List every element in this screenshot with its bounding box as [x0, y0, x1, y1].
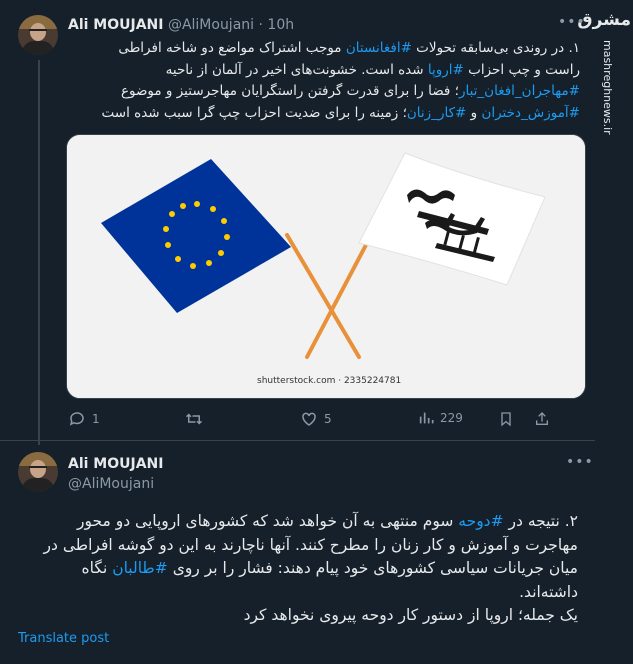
hashtag-link[interactable]: #آموزش_دختران — [481, 105, 580, 121]
views-button[interactable]: 229 — [418, 410, 463, 426]
tweet-line: ۱. در روندی بی‌سابقه تحولات #افغانستان م… — [68, 38, 580, 60]
text-run: سوم منتهی به آن خواهد شد که کشورهای اروپ… — [76, 512, 459, 530]
text-run: ؛ فضا را برای قدرت گرفتن راستگرایان مهاج… — [120, 83, 459, 99]
hashtag-link[interactable]: #دوحه — [458, 512, 503, 530]
more-horizontal-icon[interactable]: ••• — [558, 14, 586, 30]
tweet-actions: 1 5 229 — [68, 410, 580, 430]
mashregh-url: mashreghnews.ir — [601, 40, 614, 135]
text-run: مهاجرت و آموزش و کار زنان را مطرح کنند. … — [43, 535, 578, 554]
tweet-line: مهاجرت و آموزش و کار زنان را مطرح کنند. … — [18, 534, 578, 558]
bookmark-button[interactable] — [498, 410, 514, 428]
text-run: راست و چپ احزاب — [463, 61, 580, 78]
text-run: موجب اشتراک مواضع دو شاخه افراطی — [118, 40, 346, 56]
tweet-2[interactable]: Ali MOUJANI @AliMoujani ••• ۲. نتیجه در … — [0, 440, 595, 664]
image-credit: shutterstock.com · 2335224781 — [257, 376, 402, 386]
tweet-text: ۲. نتیجه در #دوحه سوم منتهی به آن خواهد … — [18, 510, 578, 628]
text-run: یک جمله؛ اروپا از دستور کار دوحه پیروی ن… — [243, 606, 578, 624]
retweet-icon — [185, 413, 203, 425]
mashregh-logo: مشرق — [577, 10, 631, 30]
tweet-line: یک جمله؛ اروپا از دستور کار دوحه پیروی ن… — [18, 604, 578, 628]
text-run: ؛ زمینه را برای ضدیت احزاب چپ گرا سبب شد… — [101, 104, 407, 121]
tweet-line: میان جریانات سیاسی کشورهای خود پیام دهند… — [18, 557, 578, 581]
tweet-header: Ali MOUJANI @AliMoujani · 10h — [68, 17, 294, 33]
tweet-line: #مهاجران_افغان_تبار؛ فضا را برای قدرت گر… — [68, 81, 580, 103]
view-count: 229 — [440, 411, 463, 425]
tweet-line: #آموزش_دختران و #کار_زنان؛ زمینه را برای… — [68, 103, 580, 125]
share-icon — [536, 412, 548, 425]
text-run: نگاه — [81, 559, 113, 577]
text-run: و — [466, 104, 482, 121]
reply-icon — [69, 412, 84, 426]
retweet-button[interactable] — [184, 410, 204, 428]
author-name[interactable]: Ali MOUJANI — [68, 17, 163, 33]
share-button[interactable] — [534, 410, 550, 428]
text-run: ۲. نتیجه در — [503, 512, 579, 530]
tweet-line: راست و چپ احزاب #اروپا شده است. خشونت‌ها… — [68, 60, 580, 82]
tweet-line: ۲. نتیجه در #دوحه سوم منتهی به آن خواهد … — [18, 510, 578, 534]
avatar[interactable] — [18, 452, 58, 492]
tweet-text: ۱. در روندی بی‌سابقه تحولات #افغانستان م… — [68, 38, 580, 124]
reply-button[interactable]: 1 — [68, 410, 100, 428]
analytics-icon — [419, 412, 434, 424]
like-button[interactable]: 5 — [300, 410, 332, 428]
flags-illustration — [67, 135, 585, 398]
tweet-media-image[interactable]: shutterstock.com · 2335224781 — [66, 134, 586, 399]
tweet-1[interactable]: Ali MOUJANI @AliMoujani · 10h ••• ۱. در … — [0, 0, 595, 445]
more-horizontal-icon[interactable]: ••• — [566, 454, 594, 470]
hashtag-link[interactable]: #طالبان — [112, 559, 168, 577]
heart-icon — [302, 412, 316, 426]
hashtag-link[interactable]: #کار_زنان — [407, 105, 466, 121]
hashtag-link[interactable]: #مهاجران_افغان_تبار — [459, 83, 580, 99]
author-handle[interactable]: @AliMoujani — [68, 476, 154, 492]
reply-count: 1 — [92, 412, 100, 426]
text-run: ۱. در روندی بی‌سابقه تحولات — [411, 40, 580, 56]
translate-post-link[interactable]: Translate post — [18, 631, 109, 646]
author-name[interactable]: Ali MOUJANI — [68, 456, 163, 472]
like-count: 5 — [324, 412, 332, 426]
bookmark-icon — [501, 412, 511, 427]
avatar[interactable] — [18, 15, 58, 55]
thread-line — [38, 60, 40, 445]
hashtag-link[interactable]: #افغانستان — [346, 40, 412, 56]
tweet-line: داشته‌اند. — [18, 581, 578, 605]
text-run: شده است. خشونت‌های اخیر در آلمان از ناحی… — [165, 61, 428, 78]
author-handle[interactable]: @AliMoujani — [168, 17, 254, 33]
text-run: داشته‌اند. — [519, 582, 578, 601]
hashtag-link[interactable]: #اروپا — [428, 62, 464, 78]
text-run: میان جریانات سیاسی کشورهای خود پیام دهند… — [167, 559, 578, 577]
separator: · — [258, 17, 263, 33]
timestamp[interactable]: 10h — [267, 17, 294, 33]
